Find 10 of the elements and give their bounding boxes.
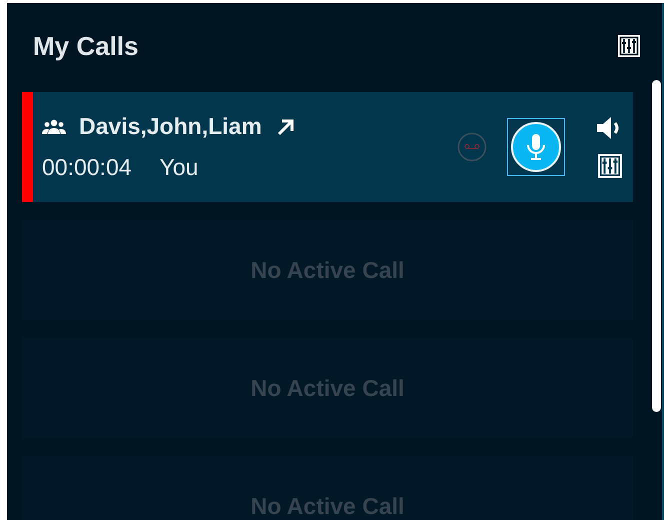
- group-icon: [42, 118, 66, 136]
- call-participants: Davis,John,Liam: [79, 113, 262, 140]
- panel-title: My Calls: [33, 30, 138, 62]
- mixer-icon[interactable]: [597, 153, 623, 179]
- call-timer: 00:00:04: [42, 154, 132, 181]
- speaker-name: You: [160, 154, 198, 181]
- active-call-row[interactable]: Davis,John,Liam 00:00:04 You: [22, 92, 633, 202]
- scrollbar[interactable]: [652, 80, 661, 412]
- mixer-icon[interactable]: [617, 34, 641, 58]
- microphone-button[interactable]: [507, 118, 565, 176]
